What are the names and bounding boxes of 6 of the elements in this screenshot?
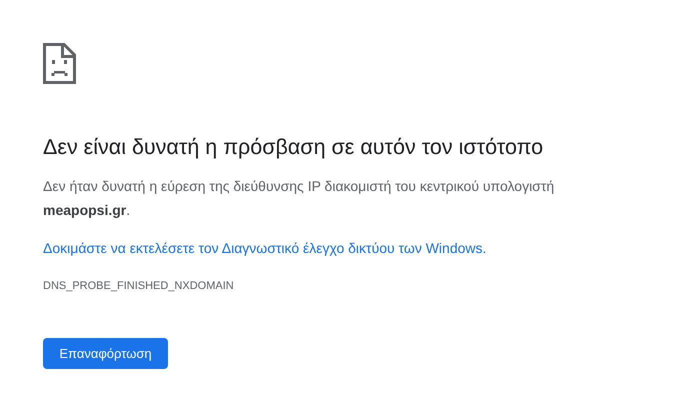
error-heading: Δεν είναι δυνατή η πρόσβαση σε αυτόν τον ιστότοπο — [43, 134, 544, 161]
error-description: Δεν ήταν δυνατή η εύρεση της διεύθυνσης IP διακομιστή του κεντρικού υπολογιστή meapopsi.gr. — [43, 177, 556, 220]
diagnostics-link[interactable]: Δοκιμάστε να εκτελέσετε τον Διαγνωστικό έλεγχο δικτύου των Windows. — [43, 238, 486, 258]
sad-page-icon — [43, 43, 76, 84]
reload-button[interactable]: Επαναφόρτωση — [43, 338, 168, 369]
error-code: DNS_PROBE_FINISHED_NXDOMAIN — [43, 279, 234, 294]
